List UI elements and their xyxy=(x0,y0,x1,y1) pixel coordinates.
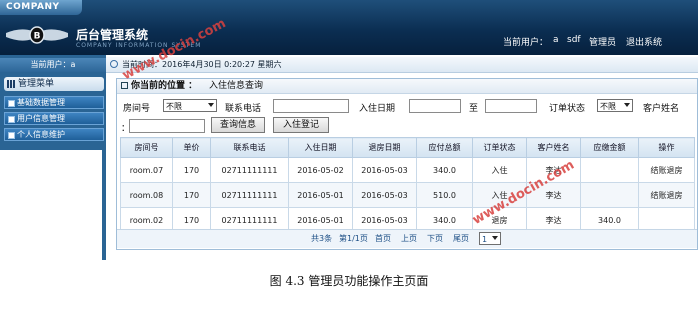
sidebar: 当前用户：a 管理菜单 基础数据管理 用户信息管理 个人信息维护 xyxy=(0,55,106,260)
cell-room: room.07 xyxy=(120,157,173,183)
column-header-room: 房间号 xyxy=(120,137,173,158)
bentley-logo-icon: B xyxy=(6,26,68,44)
pager-last-link[interactable]: 尾页 xyxy=(453,230,469,248)
cell-total: 510.0 xyxy=(416,182,473,208)
current-user-label: 当前用户： xyxy=(503,38,549,48)
checkin-table: 房间号 单价 联系电话 入住日期 退房日期 应付总额 订单状态 客户姓名 应缴金… xyxy=(120,137,695,233)
sidebar-blank-area xyxy=(0,150,106,260)
date-to-label: 至 xyxy=(469,104,479,114)
customer-name-label: 客户姓名 xyxy=(643,104,680,114)
checkin-register-button[interactable]: 入住登记 xyxy=(273,117,329,133)
column-header-customer: 客户姓名 xyxy=(526,137,581,158)
checkin-end-input[interactable] xyxy=(485,99,537,113)
logout-link[interactable]: 退出系统 xyxy=(626,35,662,48)
customer-name-input[interactable] xyxy=(129,119,205,133)
checkin-date-label: 入住日期 xyxy=(359,104,396,114)
sidebar-current-user: 当前用户：a xyxy=(0,58,106,72)
sidebar-menu-title: 管理菜单 xyxy=(18,79,55,89)
header-bar: COMPANY B 后台管理系统 COMPANY INFORMATION SYS… xyxy=(0,0,698,55)
phone-input[interactable] xyxy=(273,99,349,113)
chevron-down-icon xyxy=(624,103,630,107)
square-bullet-icon xyxy=(8,100,15,107)
menu-grid-icon xyxy=(7,80,15,88)
column-header-phone: 联系电话 xyxy=(210,137,289,158)
table-row: room.08 170 02711111111 2016-05-01 2016-… xyxy=(120,182,695,208)
square-bullet-icon xyxy=(8,132,15,139)
role-link[interactable]: 管理员 xyxy=(589,35,616,48)
figure-caption: 图 4.3 管理员功能操作主页面 xyxy=(269,274,429,288)
column-header-status: 订单状态 xyxy=(472,137,527,158)
company-badge: COMPANY xyxy=(0,0,82,15)
room-select-value: 不限 xyxy=(166,102,182,111)
sidebar-menu-header[interactable]: 管理菜单 xyxy=(4,77,104,91)
cell-price: 170 xyxy=(172,182,211,208)
cell-checkin-date: 2016-05-02 xyxy=(288,157,353,183)
screenshot: COMPANY B 后台管理系统 COMPANY INFORMATION SYS… xyxy=(0,0,698,262)
sidebar-item-basic-data[interactable]: 基础数据管理 xyxy=(4,96,104,109)
page-select-value: 1 xyxy=(482,235,488,244)
cell-due xyxy=(580,157,639,183)
pager-first-link[interactable]: 首页 xyxy=(375,230,391,248)
pager-prev-link[interactable]: 上页 xyxy=(401,230,417,248)
clock-icon xyxy=(110,60,118,68)
cell-phone: 02711111111 xyxy=(210,182,289,208)
breadcrumb: 入住信息查询 xyxy=(209,81,264,91)
cell-checkout-date: 2016-05-03 xyxy=(352,182,417,208)
main-panel: 你当前的位置 ： 入住信息查询 房间号 不限 联系电话 入住日期 至 订单状态 … xyxy=(116,78,698,250)
status-select[interactable]: 不限 xyxy=(597,99,633,112)
current-user-value: a xyxy=(553,35,559,45)
sidebar-item-user-info[interactable]: 用户信息管理 xyxy=(4,112,104,125)
table-header-row: 房间号 单价 联系电话 入住日期 退房日期 应付总额 订单状态 客户姓名 应缴金… xyxy=(120,137,695,158)
chevron-down-icon xyxy=(492,236,498,240)
pager-page: 第1/1页 xyxy=(339,234,368,243)
location-bar: 你当前的位置 ： 入住信息查询 xyxy=(117,79,697,94)
column-header-due: 应缴金额 xyxy=(580,137,639,158)
cell-status: 入住 xyxy=(472,157,527,183)
chevron-down-icon xyxy=(208,103,214,107)
time-bar: 当前时间：2016年4月30日 0:20:27 星期六 xyxy=(106,57,698,73)
pager-next-link[interactable]: 下页 xyxy=(427,230,443,248)
cell-checkout-date: 2016-05-03 xyxy=(352,157,417,183)
cell-room: room.08 xyxy=(120,182,173,208)
sidebar-item-label: 用户信息管理 xyxy=(17,114,65,123)
pagination-bar: 共3条 第1/1页 首页 上页 下页 尾页 1 xyxy=(117,229,697,248)
query-button[interactable]: 查询信息 xyxy=(211,117,265,133)
user-name: sdf xyxy=(567,35,581,45)
phone-label: 联系电话 xyxy=(225,104,262,114)
location-label: 你当前的位置 ： xyxy=(131,81,198,91)
column-header-action: 操作 xyxy=(638,137,695,158)
column-header-checkin-date: 入住日期 xyxy=(288,137,353,158)
checkout-link[interactable]: 结账退房 xyxy=(638,182,695,208)
system-title: 后台管理系统 xyxy=(76,28,149,42)
table-row: room.07 170 02711111111 2016-05-02 2016-… xyxy=(120,157,695,183)
page-select[interactable]: 1 xyxy=(479,232,501,245)
sidebar-item-label: 基础数据管理 xyxy=(17,98,65,107)
column-header-total: 应付总额 xyxy=(416,137,473,158)
status-label: 订单状态 xyxy=(549,104,586,114)
cell-phone: 02711111111 xyxy=(210,157,289,183)
cell-price: 170 xyxy=(172,157,211,183)
sidebar-item-personal-info[interactable]: 个人信息维护 xyxy=(4,128,104,141)
checkin-start-input[interactable] xyxy=(409,99,461,113)
room-select[interactable]: 不限 xyxy=(163,99,217,112)
column-header-price: 单价 xyxy=(172,137,211,158)
pager-total: 共3条 xyxy=(311,234,333,243)
column-header-checkout-date: 退房日期 xyxy=(352,137,417,158)
room-label: 房间号 xyxy=(123,104,151,114)
checkout-link[interactable]: 结账退房 xyxy=(638,157,695,183)
status-select-value: 不限 xyxy=(600,102,616,111)
square-bullet-icon xyxy=(8,116,15,123)
sidebar-item-label: 个人信息维护 xyxy=(17,130,65,139)
cell-checkin-date: 2016-05-01 xyxy=(288,182,353,208)
svg-text:B: B xyxy=(34,32,41,42)
cell-due xyxy=(580,182,639,208)
cell-total: 340.0 xyxy=(416,157,473,183)
